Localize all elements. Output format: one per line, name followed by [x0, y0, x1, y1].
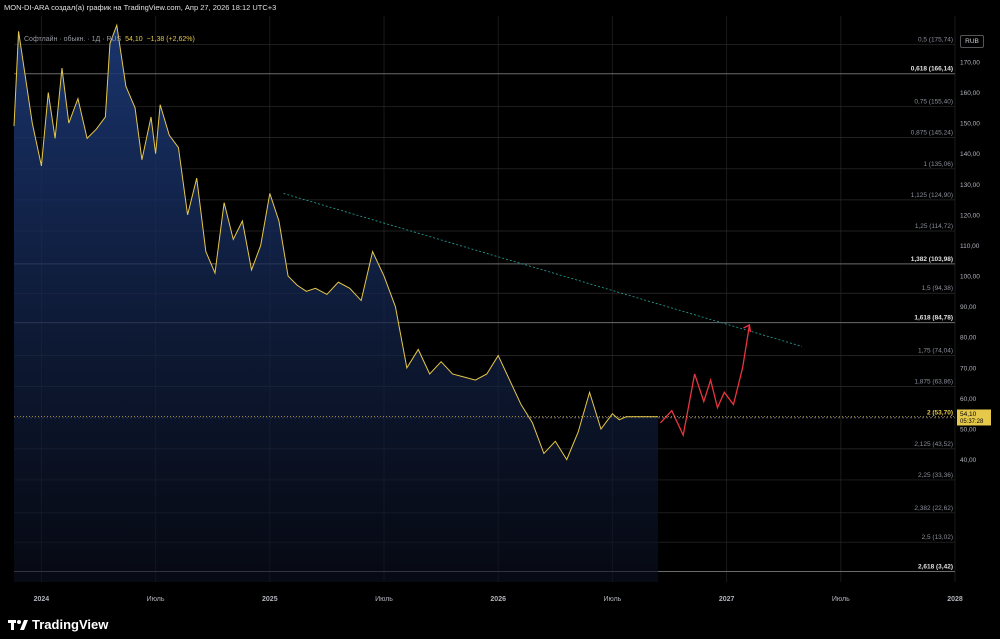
symbol-label: Софтлайн · обыкн. · 1Д · RUS — [24, 36, 122, 43]
time-axis-label: Июль — [832, 596, 850, 603]
footer-bar — [0, 612, 1000, 639]
price-axis-label: 90,00 — [960, 304, 977, 311]
legend-price: 54,10 — [125, 36, 143, 43]
price-axis-label: 170,00 — [960, 59, 980, 66]
price-axis-label: 110,00 — [960, 243, 980, 250]
price-axis-label: 40,00 — [960, 457, 977, 464]
price-axis-label: 140,00 — [960, 151, 980, 158]
currency-button[interactable]: RUB — [960, 35, 984, 48]
time-axis-label: 2024 — [34, 596, 50, 603]
price-axis[interactable] — [956, 16, 1000, 582]
projection-line[interactable] — [659, 324, 751, 438]
fib-level-label: 0,5 (175,74) — [918, 36, 953, 43]
price-tag-value: 54,10 — [960, 411, 977, 418]
fib-level-label: 2,25 (33,36) — [918, 472, 953, 479]
fib-level-label: 0,618 (166,14) — [911, 66, 953, 73]
fib-level-label: 1,125 (124,90) — [911, 192, 953, 199]
price-axis-label: 150,00 — [960, 121, 980, 128]
price-axis-label: 160,00 — [960, 90, 980, 97]
fib-level-label: 2,382 (22,62) — [914, 505, 953, 512]
fib-level-label: 1,25 (114,72) — [915, 223, 953, 230]
fib-level-label: 1 (135,06) — [923, 161, 953, 168]
logo-text: TradingView — [32, 617, 109, 632]
price-axis-label: 70,00 — [960, 365, 977, 372]
fib-level-label: 1,875 (63,86) — [914, 379, 953, 386]
price-axis-label: 100,00 — [960, 274, 980, 281]
fib-level-label: 1,5 (94,38) — [922, 285, 953, 292]
fib-level-label: 2,125 (43,52) — [914, 441, 953, 448]
price-axis-label: 120,00 — [960, 212, 980, 219]
time-axis-label: 2026 — [490, 596, 506, 603]
time-axis-label: 2025 — [262, 596, 278, 603]
tradingview-logo-icon — [8, 619, 28, 630]
price-area-fill — [14, 25, 659, 582]
time-axis-label: Июль — [603, 596, 621, 603]
price-chart-svg[interactable]: 0,5 (175,74) 0,618 (166,14) 0,75 (155,40) 0… — [0, 16, 1000, 612]
time-axis-label: 2027 — [719, 596, 735, 603]
price-axis-label: 130,00 — [960, 182, 980, 189]
fib-level-label: 1,618 (84,78) — [914, 315, 953, 322]
fib-level-label: 1,75 (74,04) — [918, 347, 953, 354]
fib-level-label: 2 (53,70) — [927, 410, 953, 417]
price-axis-label: 50,00 — [960, 427, 977, 434]
legend-change: −1,38 (+2,62%) — [146, 36, 195, 43]
fib-level-label: 1,382 (103,98) — [911, 256, 953, 263]
chart-header: MON-DI-ARA создал(а) график на TradingVi… — [0, 0, 1000, 16]
fib-level-label: 0,75 (155,40) — [914, 99, 953, 106]
fib-level-label: 0,875 (145,24) — [911, 130, 953, 137]
tradingview-logo[interactable]: TradingView — [8, 617, 108, 632]
symbol-legend: Софтлайн · обыкн. · 1Д · RUS 54,10 −1,38… — [24, 36, 195, 43]
price-axis-label: 60,00 — [960, 396, 977, 403]
time-axis-label: Июль — [147, 596, 165, 603]
price-axis-label: 80,00 — [960, 335, 977, 342]
fib-level-label: 2,5 (13,02) — [922, 534, 953, 541]
fib-level-label: 2,618 (3,42) — [918, 564, 953, 571]
chart-area[interactable]: 0,5 (175,74) 0,618 (166,14) 0,75 (155,40) 0… — [0, 16, 1000, 612]
price-tag-timer: 05:37:28 — [960, 419, 984, 425]
time-axis-label: 2028 — [947, 596, 963, 603]
time-axis-label: Июль — [375, 596, 393, 603]
